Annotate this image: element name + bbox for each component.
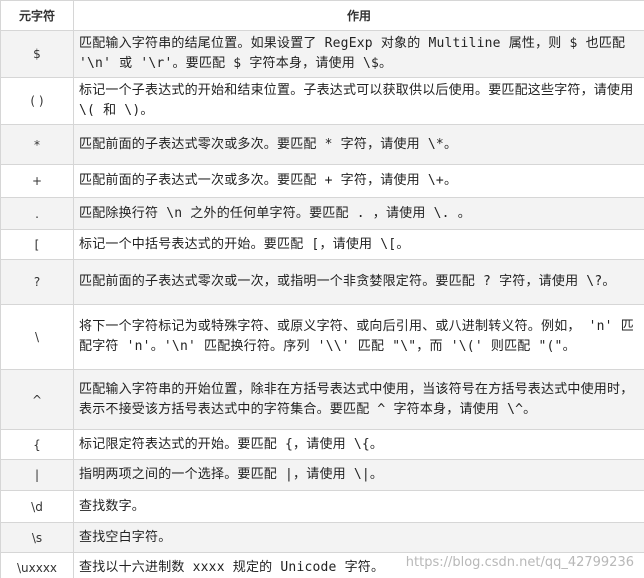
table-row: { 标记限定符表达式的开始。要匹配 {，请使用 \{。	[0, 429, 644, 460]
row-symbol: +	[0, 164, 74, 198]
row-symbol: ( )	[0, 77, 74, 125]
table-row: ? 匹配前面的子表达式零次或一次，或指明一个非贪婪限定符。要匹配 ? 字符，请使…	[0, 259, 644, 305]
row-description: 标记限定符表达式的开始。要匹配 {，请使用 \{。	[73, 429, 644, 460]
row-description: 匹配前面的子表达式零次或一次，或指明一个非贪婪限定符。要匹配 ? 字符，请使用 …	[73, 259, 644, 305]
row-symbol: {	[0, 429, 74, 460]
row-symbol: .	[0, 197, 74, 230]
table-row: \d 查找数字。	[0, 490, 644, 523]
table-row: ^ 匹配输入字符串的开始位置，除非在方括号表达式中使用，当该符号在方括号表达式中…	[0, 369, 644, 430]
row-symbol: \uxxxx	[0, 552, 74, 578]
row-description: 标记一个子表达式的开始和结束位置。子表达式可以获取供以后使用。要匹配这些字符，请…	[73, 77, 644, 125]
row-symbol: \d	[0, 490, 74, 523]
table-row: $ 匹配输入字符串的结尾位置。如果设置了 RegExp 对象的 Multilin…	[0, 30, 644, 78]
row-description: 匹配输入字符串的结尾位置。如果设置了 RegExp 对象的 Multiline …	[73, 30, 644, 78]
row-description: 匹配除换行符 \n 之外的任何单字符。要匹配 . ，请使用 \. 。	[73, 197, 644, 230]
row-symbol: ?	[0, 259, 74, 305]
table-row: * 匹配前面的子表达式零次或多次。要匹配 * 字符，请使用 \*。	[0, 124, 644, 165]
row-symbol: [	[0, 229, 74, 260]
table-row: [ 标记一个中括号表达式的开始。要匹配 [，请使用 \[。	[0, 229, 644, 260]
row-description: 标记一个中括号表达式的开始。要匹配 [，请使用 \[。	[73, 229, 644, 260]
table-row: . 匹配除换行符 \n 之外的任何单字符。要匹配 . ，请使用 \. 。	[0, 197, 644, 230]
table-header-row: 元字符 作用	[0, 0, 644, 31]
header-metachar: 元字符	[0, 0, 74, 31]
table-row: | 指明两项之间的一个选择。要匹配 |，请使用 \|。	[0, 459, 644, 491]
table-row: \ 将下一个字符标记为或特殊字符、或原义字符、或向后引用、或八进制转义符。例如，…	[0, 304, 644, 370]
row-symbol: *	[0, 124, 74, 165]
table-row: \s 查找空白字符。	[0, 522, 644, 553]
row-description: 匹配前面的子表达式一次或多次。要匹配 + 字符，请使用 \+。	[73, 164, 644, 198]
row-description: 指明两项之间的一个选择。要匹配 |，请使用 \|。	[73, 459, 644, 491]
header-function: 作用	[73, 0, 644, 31]
row-symbol: $	[0, 30, 74, 78]
table-row: + 匹配前面的子表达式一次或多次。要匹配 + 字符，请使用 \+。	[0, 164, 644, 198]
regex-metachar-table: 元字符 作用 $ 匹配输入字符串的结尾位置。如果设置了 RegExp 对象的 M…	[0, 0, 644, 578]
row-symbol: \s	[0, 522, 74, 553]
table-row: \uxxxx 查找以十六进制数 xxxx 规定的 Unicode 字符。	[0, 552, 644, 578]
row-description: 将下一个字符标记为或特殊字符、或原义字符、或向后引用、或八进制转义符。例如， '…	[73, 304, 644, 370]
row-description: 查找数字。	[73, 490, 644, 523]
row-description: 查找以十六进制数 xxxx 规定的 Unicode 字符。	[73, 552, 644, 578]
row-symbol: |	[0, 459, 74, 491]
row-description: 匹配前面的子表达式零次或多次。要匹配 * 字符，请使用 \*。	[73, 124, 644, 165]
row-description: 查找空白字符。	[73, 522, 644, 553]
table-row: ( ) 标记一个子表达式的开始和结束位置。子表达式可以获取供以后使用。要匹配这些…	[0, 77, 644, 125]
row-symbol: \	[0, 304, 74, 370]
row-description: 匹配输入字符串的开始位置，除非在方括号表达式中使用，当该符号在方括号表达式中使用…	[73, 369, 644, 430]
row-symbol: ^	[0, 369, 74, 430]
